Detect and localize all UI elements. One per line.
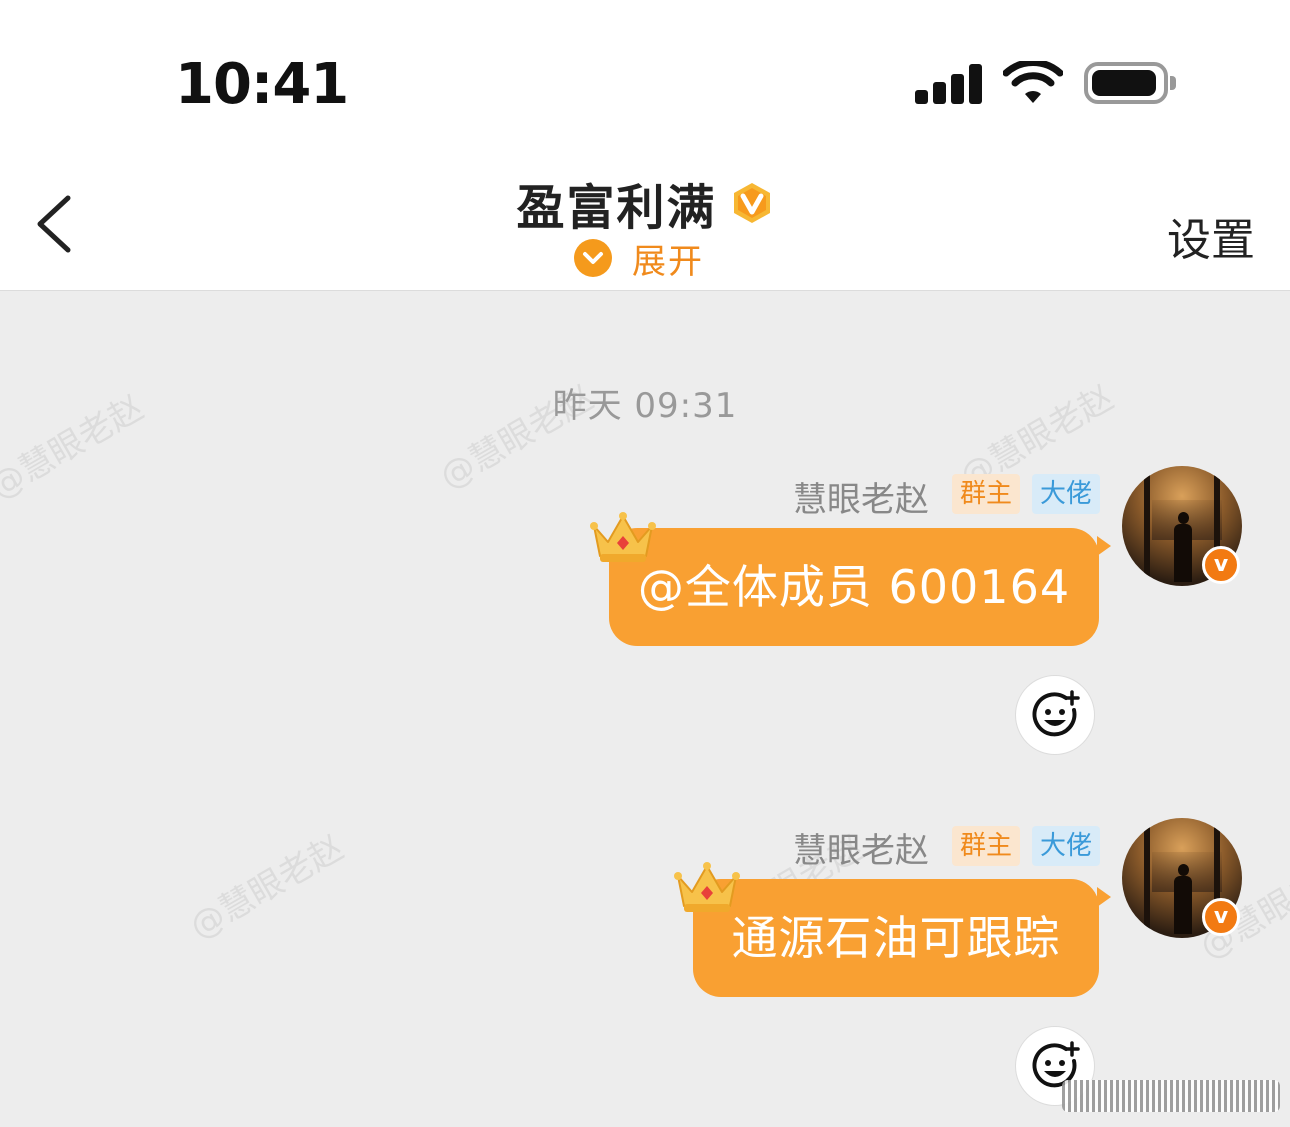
add-reaction-icon bbox=[1032, 690, 1080, 737]
crown-icon bbox=[674, 862, 740, 912]
watermark: @慧眼老赵 bbox=[183, 827, 351, 948]
add-reaction-button[interactable] bbox=[1015, 675, 1095, 755]
group-title[interactable]: 盈富利满 bbox=[516, 168, 716, 238]
verified-v-icon: v bbox=[1202, 546, 1240, 584]
role-tag-owner: 群主 bbox=[952, 826, 1021, 866]
role-tag-boss: 大佬 bbox=[1032, 474, 1101, 514]
chevron-down-circle-icon bbox=[574, 239, 612, 277]
bubble-tail bbox=[1097, 887, 1111, 907]
role-tag-boss: 大佬 bbox=[1032, 826, 1101, 866]
role-tag-owner: 群主 bbox=[952, 474, 1021, 514]
battery-icon bbox=[1084, 62, 1176, 104]
chat-header: 盈富利满 展开 设置 bbox=[0, 150, 1290, 291]
message-timestamp: 昨天 09:31 bbox=[552, 386, 738, 426]
sender-name[interactable]: 慧眼老赵 bbox=[793, 472, 929, 521]
scroll-indicator[interactable] bbox=[1062, 1080, 1280, 1112]
message-bubble[interactable]: 通源石油可跟踪 bbox=[693, 879, 1099, 997]
message-bubble[interactable]: @全体成员 600164 bbox=[609, 528, 1099, 646]
crown-icon bbox=[590, 512, 656, 562]
status-bar: 10:41 bbox=[0, 0, 1290, 150]
title-row: 盈富利满 bbox=[0, 168, 1290, 238]
expand-label: 展开 bbox=[632, 241, 704, 282]
bubble-tail bbox=[1097, 536, 1111, 556]
settings-button[interactable]: 设置 bbox=[1167, 204, 1255, 268]
wifi-icon bbox=[1003, 61, 1063, 103]
verified-v-icon: v bbox=[1202, 898, 1240, 936]
verified-v-badge-icon bbox=[733, 183, 770, 223]
cellular-signal-icon bbox=[915, 64, 983, 104]
sender-name[interactable]: 慧眼老赵 bbox=[793, 823, 929, 872]
expand-toggle[interactable]: 展开 bbox=[574, 236, 704, 282]
status-time: 10:41 bbox=[175, 52, 349, 117]
